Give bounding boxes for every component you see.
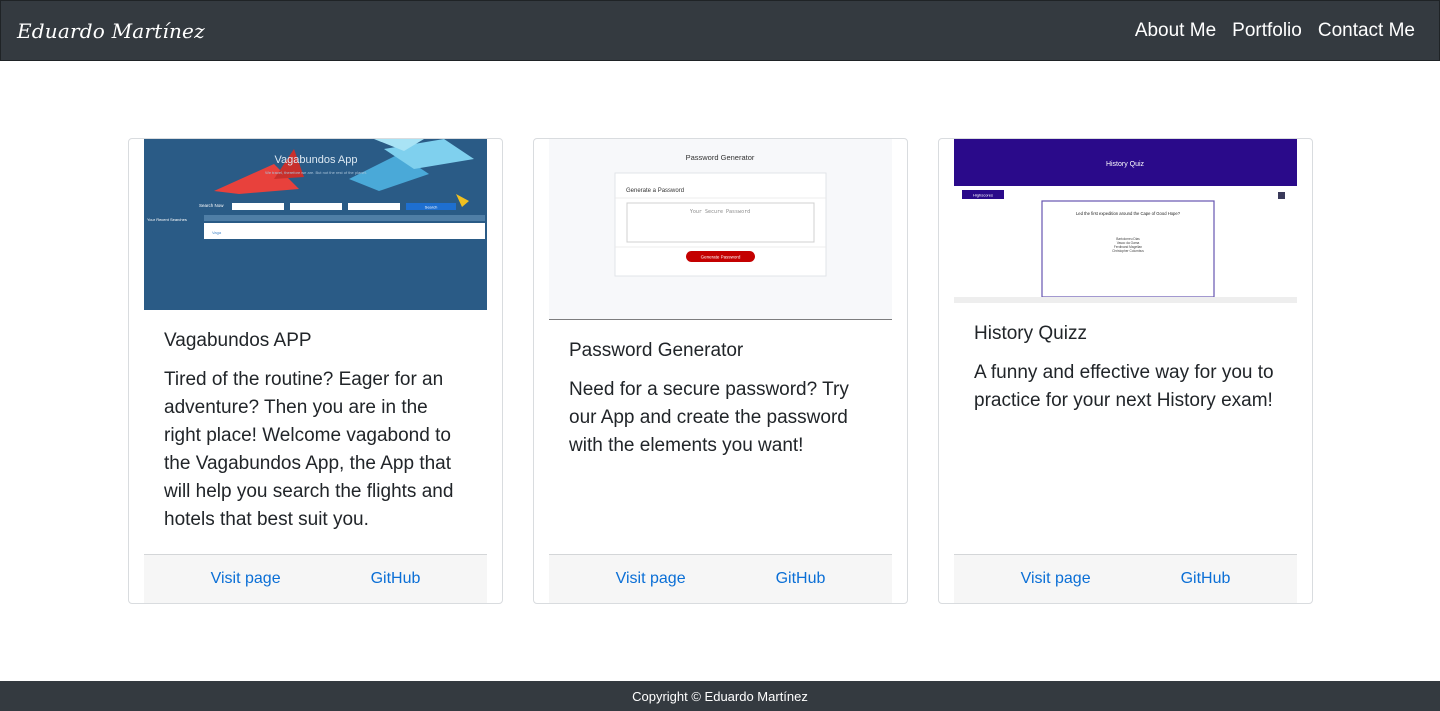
visit-page-link[interactable]: Visit page <box>1021 570 1091 588</box>
visit-page-link[interactable]: Visit page <box>211 570 281 588</box>
pw-thumb-title: Password Generator <box>686 153 755 162</box>
quiz-thumb-highscores: Highscores <box>973 193 993 198</box>
history-quiz-screenshot: History Quiz Highscores Led the first ex… <box>954 139 1297 303</box>
github-link[interactable]: GitHub <box>776 570 826 588</box>
project-card-history-quiz: History Quiz Highscores Led the first ex… <box>938 138 1313 604</box>
card-body: History Quizz A funny and effective way … <box>954 303 1297 415</box>
card-title: Password Generator <box>569 340 744 361</box>
visit-page-link[interactable]: Visit page <box>616 570 686 588</box>
vagabundos-thumb-title: Vagabundos App <box>275 154 358 166</box>
password-generator-screenshot: Password Generator Generate a Password Y… <box>549 139 892 320</box>
nav-about-me[interactable]: About Me <box>1135 20 1216 42</box>
navbar: Eduardo Martínez About Me Portfolio Cont… <box>0 0 1440 61</box>
nav-contact-me[interactable]: Contact Me <box>1318 20 1415 42</box>
card-footer: Visit page GitHub <box>549 554 892 603</box>
pw-thumb-placeholder: Your Secure Password <box>690 209 750 215</box>
quiz-thumb-title: History Quiz <box>1106 161 1145 168</box>
card-body: Vagabundos APP Tired of the routine? Eag… <box>144 310 487 534</box>
project-cards: Vagabundos App We travel, therefore we a… <box>128 138 1313 604</box>
page-footer: Copyright © Eduardo Martínez <box>0 681 1440 711</box>
vagabundos-thumb-search-button: Search <box>425 205 438 210</box>
card-body: Password Generator Need for a secure pas… <box>549 320 892 460</box>
card-title: History Quizz <box>974 323 1087 344</box>
vagabundos-screenshot: Vagabundos App We travel, therefore we a… <box>144 139 487 310</box>
pw-thumb-button: Generate Password <box>701 255 741 260</box>
nav-links: About Me Portfolio Contact Me <box>1135 20 1415 42</box>
project-card-vagabundos: Vagabundos App We travel, therefore we a… <box>128 138 503 604</box>
card-title: Vagabundos APP <box>164 330 312 351</box>
copyright-text: Copyright © Eduardo Martínez <box>632 688 808 704</box>
card-footer: Visit page GitHub <box>954 554 1297 603</box>
quiz-thumb-question: Led the first expedition around the Cape… <box>1076 211 1181 216</box>
card-text: A funny and effective way for you to pra… <box>974 362 1274 411</box>
github-link[interactable]: GitHub <box>371 570 421 588</box>
vagabundos-thumb-search-label: Search Now <box>199 203 224 208</box>
github-link[interactable]: GitHub <box>1181 570 1231 588</box>
card-text: Need for a secure password? Try our App … <box>569 379 849 456</box>
card-footer: Visit page GitHub <box>144 554 487 603</box>
project-card-password-generator: Password Generator Generate a Password Y… <box>533 138 908 604</box>
vagabundos-thumb-recent: Your Recent Searches <box>147 217 187 222</box>
quiz-thumb-answer: Christopher Columbus <box>1112 249 1144 253</box>
card-text: Tired of the routine? Eager for an adven… <box>164 369 454 530</box>
vagabundos-thumb-subtitle: We travel, therefore we are. But not the… <box>265 170 367 175</box>
vagabundos-thumb-row: Vaga <box>212 230 222 235</box>
pw-thumb-box-title: Generate a Password <box>626 188 684 194</box>
nav-portfolio[interactable]: Portfolio <box>1232 20 1302 42</box>
brand-name[interactable]: Eduardo Martínez <box>17 19 205 43</box>
